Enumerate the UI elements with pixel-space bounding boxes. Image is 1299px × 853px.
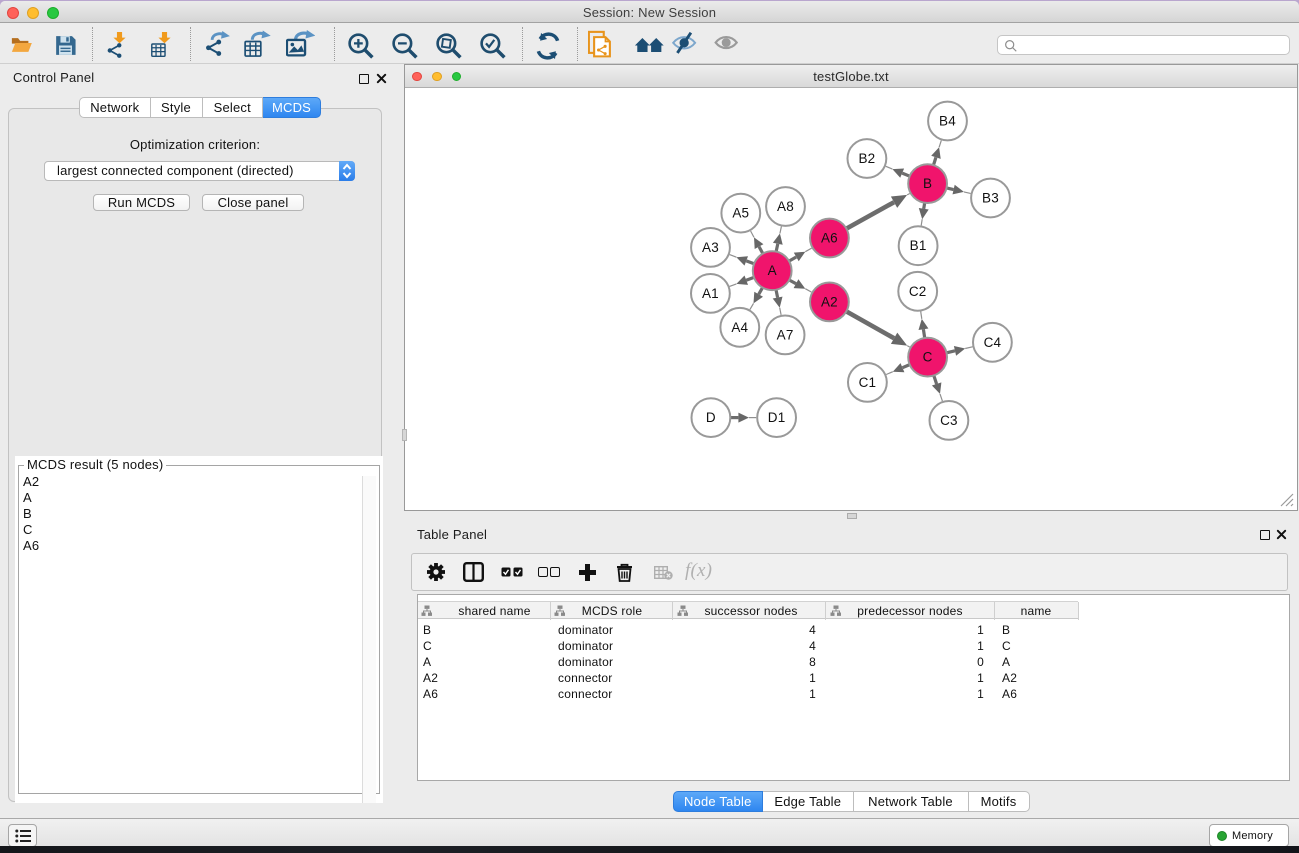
- svg-text:C4: C4: [984, 335, 1002, 350]
- svg-text:C: C: [923, 350, 933, 365]
- svg-text:C3: C3: [940, 413, 958, 428]
- svg-text:B4: B4: [939, 114, 956, 129]
- svg-text:B2: B2: [858, 151, 875, 166]
- svg-text:A7: A7: [777, 327, 794, 342]
- svg-text:B3: B3: [982, 191, 999, 206]
- svg-text:A6: A6: [821, 231, 838, 246]
- svg-text:A5: A5: [732, 206, 749, 221]
- svg-text:A8: A8: [777, 199, 794, 214]
- svg-text:A1: A1: [702, 286, 719, 301]
- svg-text:A4: A4: [731, 320, 748, 335]
- svg-text:B: B: [923, 176, 932, 191]
- svg-text:C2: C2: [909, 284, 927, 299]
- svg-text:D: D: [706, 410, 716, 425]
- svg-text:A2: A2: [821, 294, 838, 309]
- svg-text:C1: C1: [859, 375, 877, 390]
- svg-text:A: A: [768, 263, 777, 278]
- svg-text:A3: A3: [702, 240, 719, 255]
- svg-text:D1: D1: [768, 410, 786, 425]
- svg-text:B1: B1: [910, 238, 927, 253]
